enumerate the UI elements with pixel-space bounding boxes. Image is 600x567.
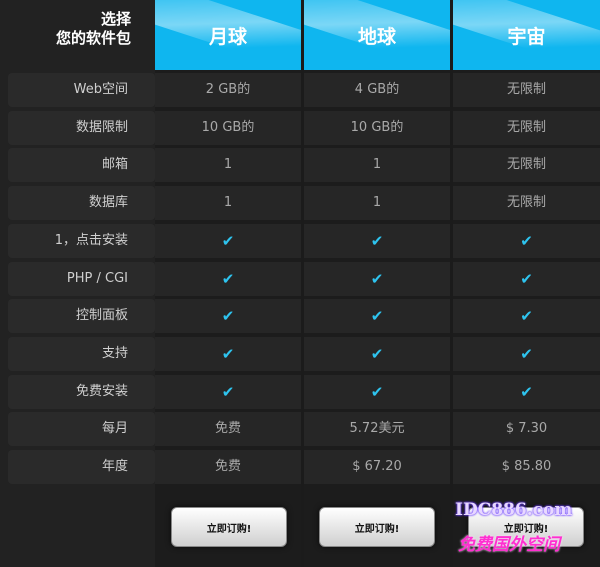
row-label-cell: 免费安装: [8, 374, 155, 409]
order-button-earth[interactable]: 立即订购!: [319, 507, 435, 547]
watermark-slogan: 免费国外空间: [458, 535, 560, 555]
table-row: PHP / CGI ✔ ✔ ✔: [0, 261, 600, 297]
check-cell: ✔: [155, 336, 301, 372]
table-cell: $ 85.80: [501, 459, 552, 474]
row-label-cell: 1，点击安装: [8, 223, 155, 258]
row-label: 支持: [101, 345, 128, 361]
check-icon: ✔: [221, 307, 235, 326]
plan-header-moon: 月球: [155, 0, 301, 70]
title-line-1: 选择: [100, 10, 131, 28]
table-cell: 5.72美元: [349, 421, 405, 437]
check-cell: ✔: [453, 374, 600, 410]
check-cell: ✔: [453, 298, 600, 334]
row-label: 数据库: [88, 195, 128, 211]
check-icon: ✔: [520, 344, 533, 363]
row-label-cell: 控制面板: [8, 299, 155, 334]
row-label: 每月: [101, 421, 128, 437]
table-row: 数据限制 10 GB的 10 GB的 无限制: [0, 110, 600, 146]
row-label-cell: 数据库: [8, 186, 155, 221]
table-cell: 1: [372, 157, 382, 173]
check-cell: ✔: [304, 298, 450, 334]
check-cell: ✔: [155, 374, 301, 410]
check-icon: ✔: [221, 269, 235, 288]
check-cell: ✔: [304, 336, 450, 372]
table-row: 1，点击安装 ✔ ✔ ✔: [0, 223, 600, 259]
row-label: 年度: [101, 459, 128, 474]
table-cell: 10 GB的: [201, 119, 255, 135]
check-cell: ✔: [155, 223, 301, 259]
table-cell: 1: [372, 195, 382, 211]
table-row: 年度 免费 $ 67.20 $ 85.80: [0, 449, 600, 485]
check-cell: ✔: [304, 261, 450, 297]
check-icon: ✔: [370, 344, 384, 363]
table-cell: 2 GB的: [205, 82, 251, 97]
table-row: 数据库 1 1 无限制: [0, 185, 600, 221]
plan-name-moon: 月球: [208, 25, 247, 48]
check-cell: ✔: [304, 374, 450, 410]
watermark-domain: IDC886.com: [455, 500, 573, 520]
check-cell: ✔: [155, 298, 301, 334]
check-icon: ✔: [221, 344, 235, 363]
row-label-cell: 支持: [8, 336, 155, 371]
table-cell: 免费: [214, 459, 241, 474]
check-icon: ✔: [370, 382, 384, 401]
order-button-moon[interactable]: 立即订购!: [171, 507, 287, 547]
row-label: 控制面板: [75, 308, 128, 324]
check-cell: ✔: [155, 261, 301, 297]
plan-header-earth: 地球: [304, 0, 450, 70]
table-cell: 无限制: [506, 119, 546, 135]
table-cell: $ 67.20: [352, 459, 402, 474]
check-cell: ✔: [304, 223, 450, 259]
table-cell: 无限制: [506, 82, 546, 97]
check-cell: ✔: [453, 336, 600, 372]
table-cell: 1: [223, 195, 233, 211]
table-row: 支持 ✔ ✔ ✔: [0, 336, 600, 372]
table-row: 控制面板 ✔ ✔ ✔: [0, 298, 600, 334]
table-cell: 免费: [214, 421, 241, 437]
row-label-cell: 每月: [8, 412, 155, 447]
table-cell: 4 GB的: [354, 82, 400, 97]
plan-name-universe: 宇宙: [507, 25, 546, 48]
row-label-cell: 年度: [8, 450, 155, 484]
table-cell: 10 GB的: [350, 119, 404, 135]
row-label: 1，点击安装: [54, 232, 128, 248]
row-label: 免费安装: [75, 383, 128, 399]
check-icon: ✔: [520, 307, 533, 326]
plan-name-earth: 地球: [357, 25, 396, 48]
check-icon: ✔: [370, 269, 384, 288]
table-row: Web空间 2 GB的 4 GB的 无限制: [0, 72, 600, 108]
table-cell: 无限制: [506, 195, 546, 211]
title-line-2: 您的软件包: [55, 29, 131, 47]
check-icon: ✔: [370, 231, 384, 250]
table-cell: 无限制: [506, 157, 546, 173]
table-row: 邮箱 1 1 无限制: [0, 147, 600, 183]
check-icon: ✔: [221, 382, 235, 401]
table-row: 每月 免费 5.72美元 $ 7.30: [0, 411, 600, 447]
check-icon: ✔: [370, 307, 384, 326]
row-label: 数据限制: [75, 119, 128, 135]
page-title: 选择 您的软件包: [11, 10, 131, 48]
check-icon: ✔: [520, 382, 533, 401]
row-label-cell: 邮箱: [8, 148, 155, 183]
row-label: PHP / CGI: [66, 270, 128, 286]
row-label: Web空间: [73, 82, 128, 97]
row-label: 邮箱: [101, 157, 128, 173]
table-cell: 1: [223, 157, 233, 173]
table-cell: $ 7.30: [505, 421, 548, 437]
check-icon: ✔: [221, 231, 235, 250]
row-label-cell: PHP / CGI: [8, 261, 155, 296]
plan-header-universe: 宇宙: [453, 0, 600, 70]
row-label-cell: 数据限制: [8, 110, 155, 145]
check-cell: ✔: [453, 223, 600, 259]
check-cell: ✔: [453, 261, 600, 297]
check-icon: ✔: [520, 269, 533, 288]
row-label-cell: Web空间: [8, 73, 155, 107]
check-icon: ✔: [520, 231, 533, 250]
table-row: 免费安装 ✔ ✔ ✔: [0, 374, 600, 410]
